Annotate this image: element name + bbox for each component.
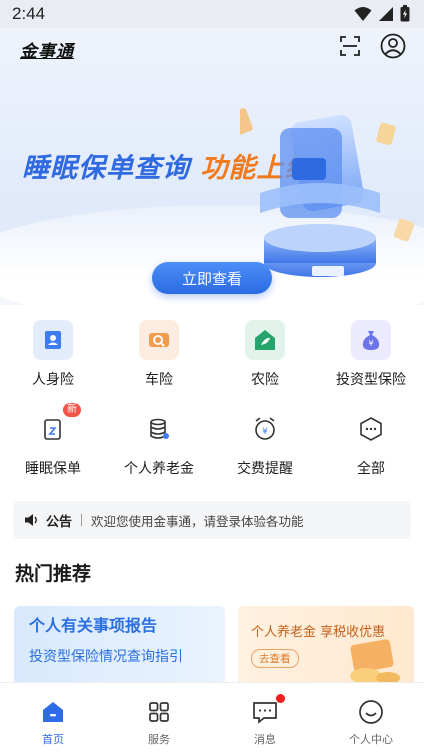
divider	[81, 514, 83, 526]
status-bar: 2:44	[0, 0, 424, 28]
banner-title-main: 睡眠保单查询	[22, 153, 190, 184]
alarm-clock-icon: ¥	[245, 409, 285, 449]
tab-label: 服务	[148, 733, 170, 746]
go-check-button[interactable]: 去查看	[251, 649, 299, 668]
svg-text:¥: ¥	[368, 339, 373, 348]
service-label: 睡眠保单	[25, 461, 81, 477]
tab-label: 个人中心	[349, 733, 393, 746]
tab-label: 首页	[42, 733, 64, 746]
tab-label: 消息	[254, 733, 276, 746]
status-time: 2:44	[12, 4, 46, 23]
service-label: 个人养老金	[124, 461, 194, 477]
service-payment-reminder[interactable]: ¥ 交费提醒	[212, 409, 318, 478]
new-badge: 新	[63, 403, 81, 417]
leaf-house-icon	[245, 320, 285, 360]
home-icon	[40, 699, 66, 725]
promo-card-pension[interactable]: 个人养老金 享税收优惠 去查看	[238, 606, 414, 686]
service-agri-insurance[interactable]: 农险	[212, 320, 318, 389]
service-sleep-policy[interactable]: 新 睡眠保单	[0, 403, 106, 478]
service-label: 农险	[251, 372, 279, 388]
more-hexagon-icon	[351, 409, 391, 449]
service-car-insurance[interactable]: 车险	[106, 320, 212, 389]
service-label: 车险	[145, 372, 173, 388]
document-illustration	[240, 108, 415, 277]
unread-dot	[276, 694, 285, 703]
status-icons	[354, 5, 410, 22]
bottom-tab-bar: 首页 服务 消息 个人中心	[0, 682, 424, 754]
user-icon[interactable]	[379, 32, 407, 60]
svg-text:¥: ¥	[262, 427, 268, 437]
promo-card-subtitle: 投资型保险情况查询指引	[29, 649, 183, 665]
service-label: 交费提醒	[237, 461, 293, 477]
promo-card-report[interactable]: 个人有关事项报告 投资型保险情况查询指引	[14, 606, 225, 686]
announcement-label: 公告	[46, 514, 73, 530]
message-icon	[252, 694, 285, 725]
money-bag-icon: ¥	[351, 320, 391, 360]
tab-messages[interactable]: 消息	[212, 683, 318, 747]
service-label: 投资型保险	[336, 372, 406, 388]
smile-icon	[358, 699, 384, 725]
hero-banner[interactable]: 金事通 睡眠保单查询 功能上线! 立即查看	[0, 28, 424, 305]
section-title: 热门推荐	[15, 563, 92, 585]
coins-illustration	[350, 639, 400, 684]
tab-profile[interactable]: 个人中心	[318, 683, 424, 747]
service-life-insurance[interactable]: 人身险	[0, 320, 106, 389]
person-card-icon	[33, 320, 73, 360]
promo-card-title: 个人有关事项报告	[29, 616, 158, 635]
scan-icon[interactable]	[336, 32, 364, 60]
service-investment-insurance[interactable]: ¥ 投资型保险	[318, 320, 424, 389]
announcement-text: 欢迎您使用金事通，请登录体验各功能	[91, 513, 304, 529]
tab-services[interactable]: 服务	[106, 683, 212, 747]
car-icon	[139, 320, 179, 360]
coin-stack-icon	[139, 409, 179, 449]
view-now-button[interactable]: 立即查看	[152, 262, 272, 294]
service-label: 人身险	[32, 372, 74, 388]
signal-icon	[379, 6, 393, 21]
service-personal-pension[interactable]: 个人养老金	[106, 409, 212, 478]
grid-icon	[146, 699, 172, 725]
announcement-bar[interactable]: 公告 欢迎您使用金事通，请登录体验各功能	[13, 501, 411, 539]
app-logo: 金事通	[20, 42, 74, 62]
battery-icon	[400, 5, 410, 22]
speaker-icon	[25, 514, 37, 526]
wifi-icon	[354, 6, 372, 21]
service-all[interactable]: 全部	[318, 409, 424, 478]
tab-home[interactable]: 首页	[0, 683, 106, 747]
sleep-document-icon: 新	[33, 403, 81, 449]
service-label: 全部	[357, 461, 385, 477]
